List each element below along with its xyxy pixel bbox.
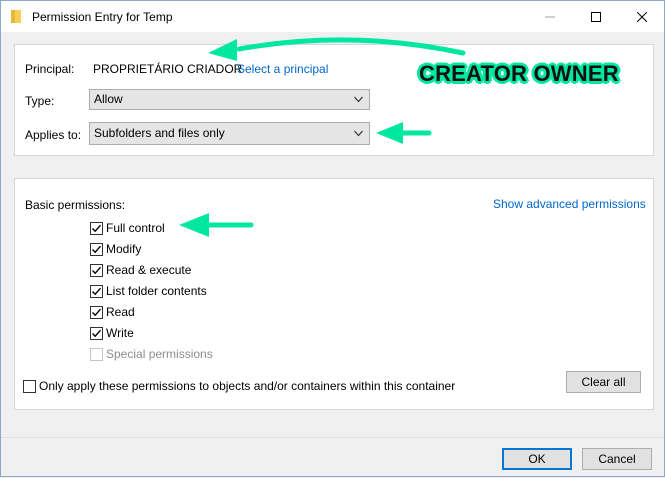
checkmark-icon xyxy=(92,224,102,232)
permission-checkbox[interactable] xyxy=(90,242,103,256)
ok-button[interactable]: OK xyxy=(502,448,572,470)
cancel-button[interactable]: Cancel xyxy=(582,448,652,470)
type-select[interactable]: Allow xyxy=(89,89,370,110)
permission-row[interactable]: Read xyxy=(90,304,135,320)
title-bar: Permission Entry for Temp xyxy=(1,1,664,32)
permission-label: List folder contents xyxy=(106,284,207,298)
footer-divider xyxy=(1,437,664,438)
applies-to-select-value: Subfolders and files only xyxy=(94,126,225,140)
only-apply-checkbox[interactable] xyxy=(23,379,36,393)
permission-label: Write xyxy=(106,326,134,340)
permission-label: Special permissions xyxy=(106,347,213,361)
only-apply-label: Only apply these permissions to objects … xyxy=(39,379,456,393)
permission-entry-dialog: Permission Entry for Temp Principal: PRO… xyxy=(0,0,665,477)
select-principal-link[interactable]: Select a principal xyxy=(237,62,328,76)
type-label: Type: xyxy=(25,94,55,108)
principal-label: Principal: xyxy=(25,62,75,76)
basic-permissions-heading: Basic permissions: xyxy=(25,198,126,212)
close-button[interactable] xyxy=(619,1,665,32)
permission-label: Full control xyxy=(106,221,165,235)
minimize-button[interactable] xyxy=(527,1,573,32)
permission-row: Special permissions xyxy=(90,346,213,362)
permission-row[interactable]: List folder contents xyxy=(90,283,207,299)
permission-row[interactable]: Full control xyxy=(90,220,165,236)
permission-checkbox[interactable] xyxy=(90,284,103,298)
maximize-icon xyxy=(591,11,601,22)
checkmark-icon xyxy=(92,287,102,295)
minimize-icon xyxy=(545,16,555,17)
checkmark-icon xyxy=(92,329,102,337)
permission-label: Modify xyxy=(106,242,142,256)
chevron-down-icon xyxy=(354,96,363,103)
permission-checkbox[interactable] xyxy=(90,263,103,277)
type-select-value: Allow xyxy=(94,92,123,106)
chevron-down-icon xyxy=(354,130,363,137)
folder-icon xyxy=(11,10,21,23)
permission-row[interactable]: Read & execute xyxy=(90,262,191,278)
checkmark-icon xyxy=(92,266,102,274)
permission-label: Read xyxy=(106,305,135,319)
permission-row[interactable]: Modify xyxy=(90,241,141,257)
permission-checkbox[interactable] xyxy=(90,305,103,319)
permission-checkbox[interactable] xyxy=(90,326,103,340)
window-title: Permission Entry for Temp xyxy=(32,10,173,24)
permission-label: Read & execute xyxy=(106,263,192,277)
clear-all-button[interactable]: Clear all xyxy=(566,371,641,393)
show-advanced-permissions-link[interactable]: Show advanced permissions xyxy=(493,197,646,211)
permission-checkbox[interactable] xyxy=(90,221,103,235)
close-icon xyxy=(637,11,647,22)
checkmark-icon xyxy=(92,308,102,316)
applies-to-label: Applies to: xyxy=(25,128,82,142)
applies-to-select[interactable]: Subfolders and files only xyxy=(89,122,370,145)
checkmark-icon xyxy=(92,245,102,253)
principal-value: PROPRIETÁRIO CRIADOR xyxy=(93,62,243,76)
permission-checkbox xyxy=(90,347,103,361)
permission-row[interactable]: Write xyxy=(90,325,134,341)
creator-owner-annotation: CREATOR OWNER xyxy=(419,61,619,86)
maximize-button[interactable] xyxy=(573,1,619,32)
only-apply-checkbox-row[interactable]: Only apply these permissions to objects … xyxy=(23,378,455,394)
